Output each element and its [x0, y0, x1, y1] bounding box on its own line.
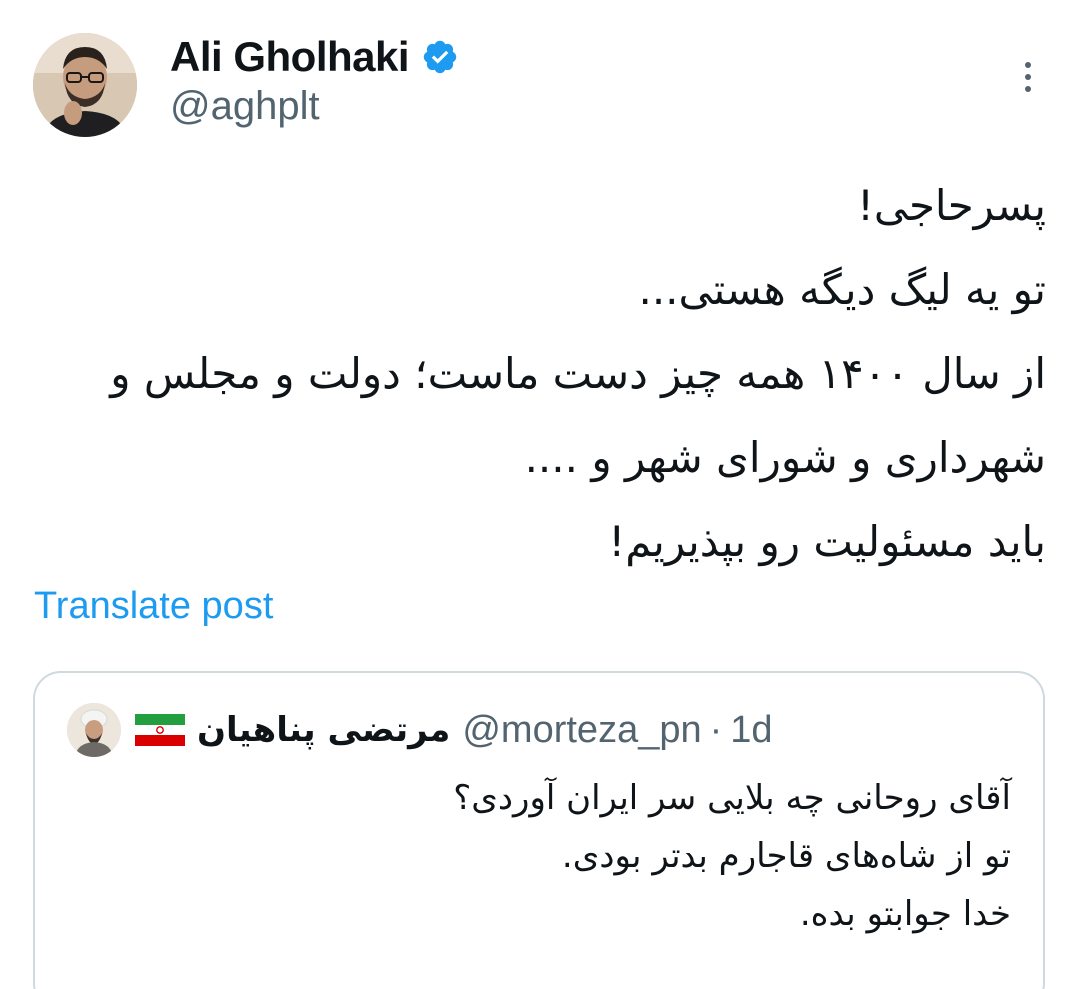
quoted-tweet-text: آقای روحانی چه بلایی سر ایران آوردی؟ تو …	[71, 769, 1011, 943]
author-avatar-image	[33, 33, 137, 137]
more-dot	[1025, 62, 1031, 68]
author-avatar[interactable]	[33, 33, 137, 137]
quoted-author-name[interactable]: مرتضی پناهیان	[197, 710, 450, 750]
quoted-tweet-card[interactable]: مرتضی پناهیان @morteza_pn · 1d آقای روحا…	[33, 671, 1045, 989]
quoted-author-handle[interactable]: @morteza_pn	[462, 709, 701, 752]
more-dot	[1025, 74, 1031, 80]
more-dot	[1025, 86, 1031, 92]
post-line: تو یه لیگ دیگه هستی...	[638, 265, 1046, 314]
tweet: Ali Gholhaki @aghplt پسرحاجی! تو یه لیگ …	[0, 0, 1080, 989]
more-vertical-icon[interactable]	[1010, 55, 1046, 99]
quoted-author-avatar[interactable]	[67, 703, 121, 757]
author-name-row: Ali Gholhaki	[170, 32, 459, 82]
quoted-line: خدا جوابتو بده.	[799, 894, 1011, 934]
quoted-line: آقای روحانی چه بلایی سر ایران آوردی؟	[453, 778, 1011, 818]
quoted-separator: ·	[709, 708, 723, 751]
quoted-line: تو از شاه‌های قاجارم بدتر بودی.	[561, 836, 1011, 876]
post-line: از سال ۱۴۰۰ همه چیز دست ماست؛ دولت و مجل…	[110, 349, 1046, 398]
author-display-name[interactable]: Ali Gholhaki	[170, 33, 410, 81]
translate-post-link[interactable]: Translate post	[34, 585, 273, 628]
post-text: پسرحاجی! تو یه لیگ دیگه هستی... از سال ۱…	[26, 164, 1046, 584]
iran-flag-icon	[135, 714, 185, 746]
quoted-author-avatar-image	[67, 703, 121, 757]
verified-badge-icon	[421, 38, 459, 76]
quoted-tweet-header: مرتضی پناهیان @morteza_pn · 1d	[67, 703, 773, 757]
post-line: باید مسئولیت رو بپذیریم!	[608, 517, 1046, 566]
post-line: پسرحاجی!	[857, 181, 1046, 230]
post-line: شهرداری و شورای شهر و ....	[524, 433, 1046, 482]
author-handle[interactable]: @aghplt	[170, 84, 320, 129]
quoted-timestamp[interactable]: 1d	[730, 709, 772, 752]
